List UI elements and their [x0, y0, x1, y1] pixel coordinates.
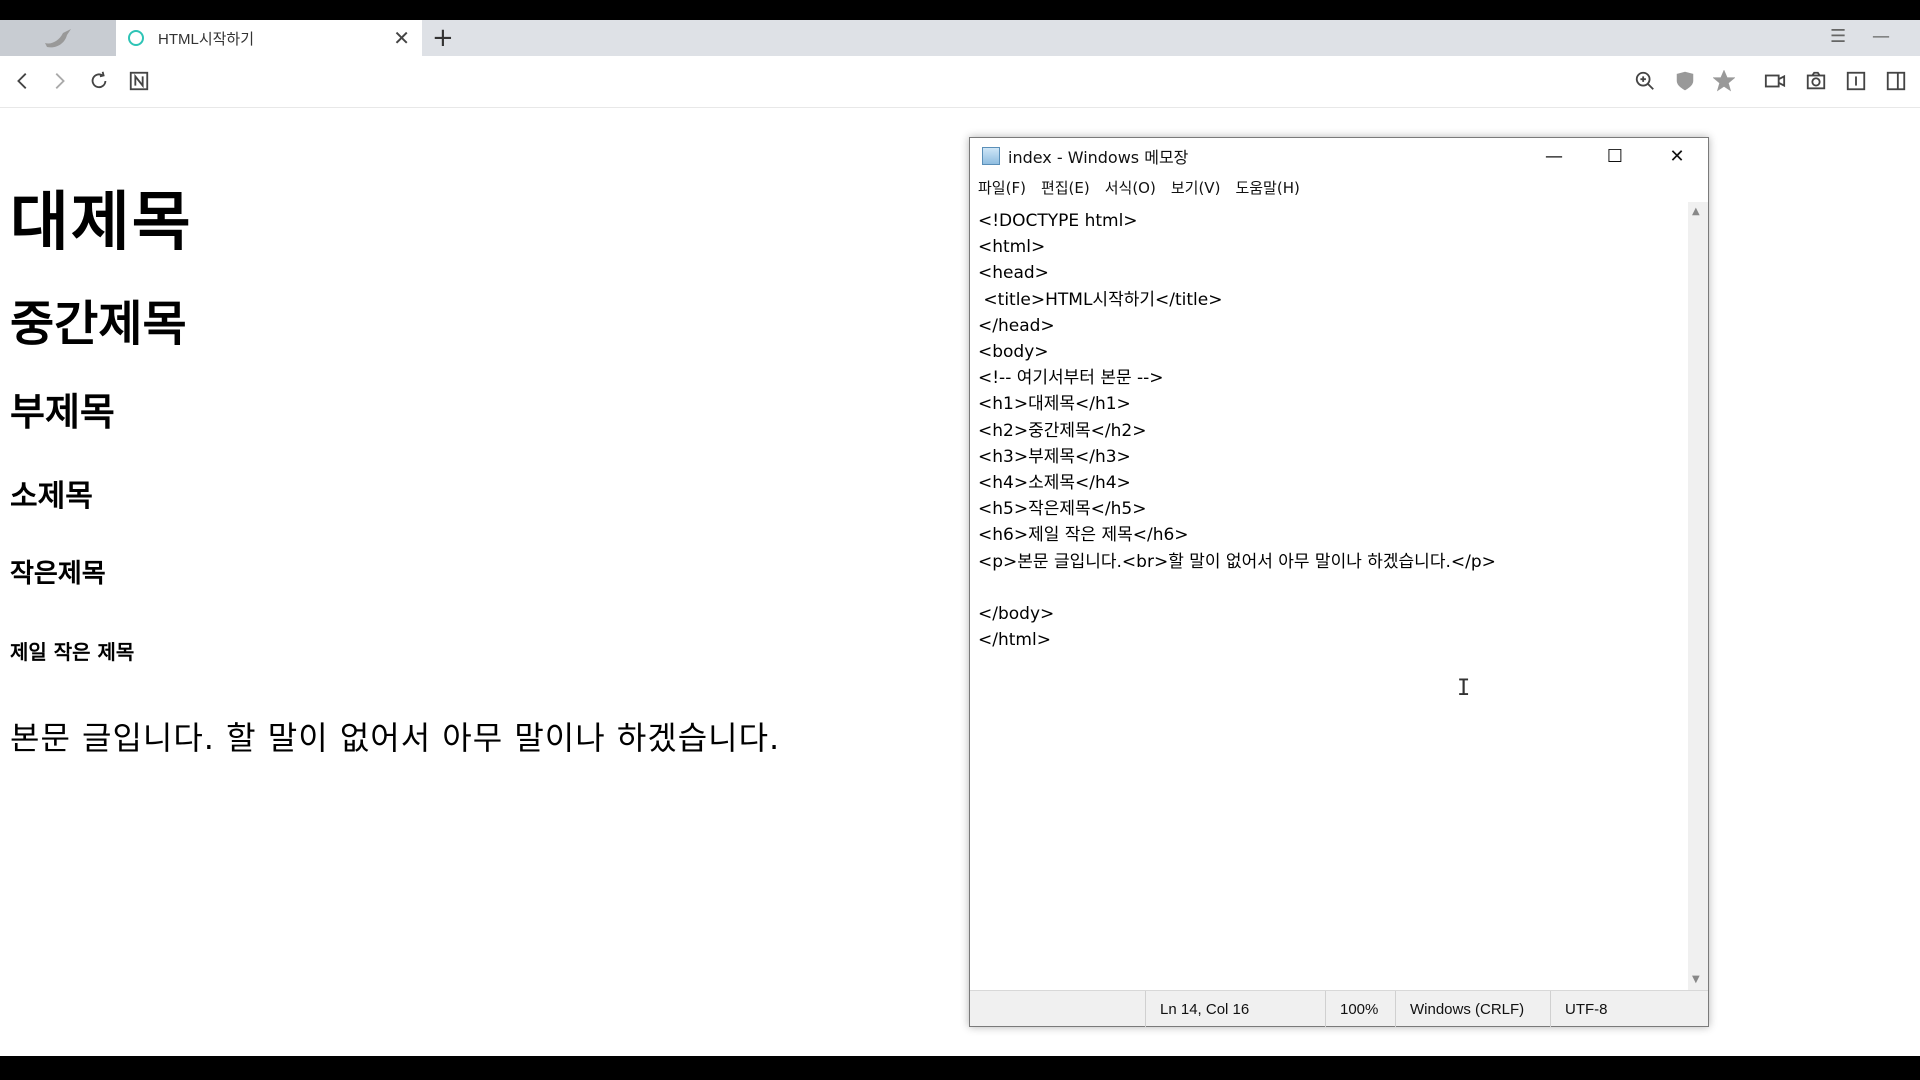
video-icon[interactable] [1762, 68, 1788, 94]
vertical-scrollbar[interactable]: ▲ ▼ [1688, 202, 1708, 990]
minimize-browser-icon[interactable]: — [1872, 26, 1890, 47]
notepad-text-area[interactable]: <!DOCTYPE html> <html> <head> <title>HTM… [970, 202, 1688, 990]
browser-logo[interactable] [0, 20, 116, 56]
close-icon[interactable]: ✕ [1647, 138, 1707, 174]
rendered-page: 대제목 중간제목 부제목 소제목 작은제목 제일 작은 제목 본문 글입니다. … [0, 109, 960, 1056]
heading-h5: 작은제목 [10, 559, 106, 589]
new-tab-button[interactable]: + [432, 23, 454, 53]
zoom-icon[interactable] [1632, 68, 1658, 94]
status-line-ending: Windows (CRLF) [1395, 991, 1550, 1027]
loading-spinner-icon [128, 30, 144, 46]
notepad-icon [982, 147, 1000, 165]
heading-h6: 제일 작은 제목 [10, 640, 135, 664]
status-encoding: UTF-8 [1550, 991, 1708, 1027]
scroll-up-icon[interactable]: ▲ [1692, 206, 1700, 217]
heading-h2: 중간제목 [10, 296, 187, 352]
menu-edit[interactable]: 편집(E) [1041, 177, 1090, 198]
tab-list-icon[interactable]: ☰ [1830, 26, 1846, 47]
status-zoom: 100% [1325, 991, 1395, 1027]
browser-toolbar [0, 56, 1920, 108]
status-position: Ln 14, Col 16 [1145, 991, 1325, 1027]
naver-home-icon[interactable] [126, 68, 152, 94]
paragraph-text: 본문 글입니다. 할 말이 없어서 아무 말이나 하겠습니다. [10, 719, 781, 757]
bookmark-star-icon[interactable] [1711, 68, 1737, 94]
notepad-window: index - Windows 메모장 — ☐ ✕ 파일(F) 편집(E) 서식… [969, 137, 1709, 1027]
menu-file[interactable]: 파일(F) [978, 177, 1026, 198]
reload-icon[interactable] [86, 68, 112, 94]
tab-title: HTML시작하기 [158, 30, 255, 48]
text-cursor-icon: I [1457, 676, 1471, 701]
tab-close-icon[interactable]: ✕ [393, 26, 410, 50]
bird-logo-icon [45, 29, 71, 48]
notepad-menubar: 파일(F) 편집(E) 서식(O) 보기(V) 도움말(H) [970, 174, 1708, 200]
heading-h1: 대제목 [10, 186, 193, 260]
notepad-title: index - Windows 메모장 [1008, 148, 1189, 167]
minimize-icon[interactable]: — [1524, 138, 1584, 174]
notepad-statusbar: Ln 14, Col 16 100% Windows (CRLF) UTF-8 [970, 990, 1708, 1027]
forward-icon[interactable] [46, 68, 72, 94]
menu-help[interactable]: 도움말(H) [1235, 177, 1299, 198]
scroll-down-icon[interactable]: ▼ [1692, 974, 1700, 985]
heading-h4: 소제목 [10, 479, 93, 514]
maximize-icon[interactable]: ☐ [1585, 138, 1645, 174]
menu-format[interactable]: 서식(O) [1105, 177, 1156, 198]
camera-icon[interactable] [1803, 68, 1829, 94]
tab-strip: HTML시작하기 ✕ + ☰ — [0, 20, 1920, 56]
tab-active[interactable]: HTML시작하기 ✕ [116, 20, 422, 56]
menu-view[interactable]: 보기(V) [1171, 177, 1221, 198]
sidebar-icon[interactable] [1883, 68, 1909, 94]
reader-icon[interactable] [1843, 68, 1869, 94]
back-icon[interactable] [10, 68, 36, 94]
notepad-titlebar[interactable]: index - Windows 메모장 — ☐ ✕ [970, 138, 1708, 174]
shield-icon[interactable] [1672, 68, 1698, 94]
heading-h3: 부제목 [10, 390, 115, 434]
